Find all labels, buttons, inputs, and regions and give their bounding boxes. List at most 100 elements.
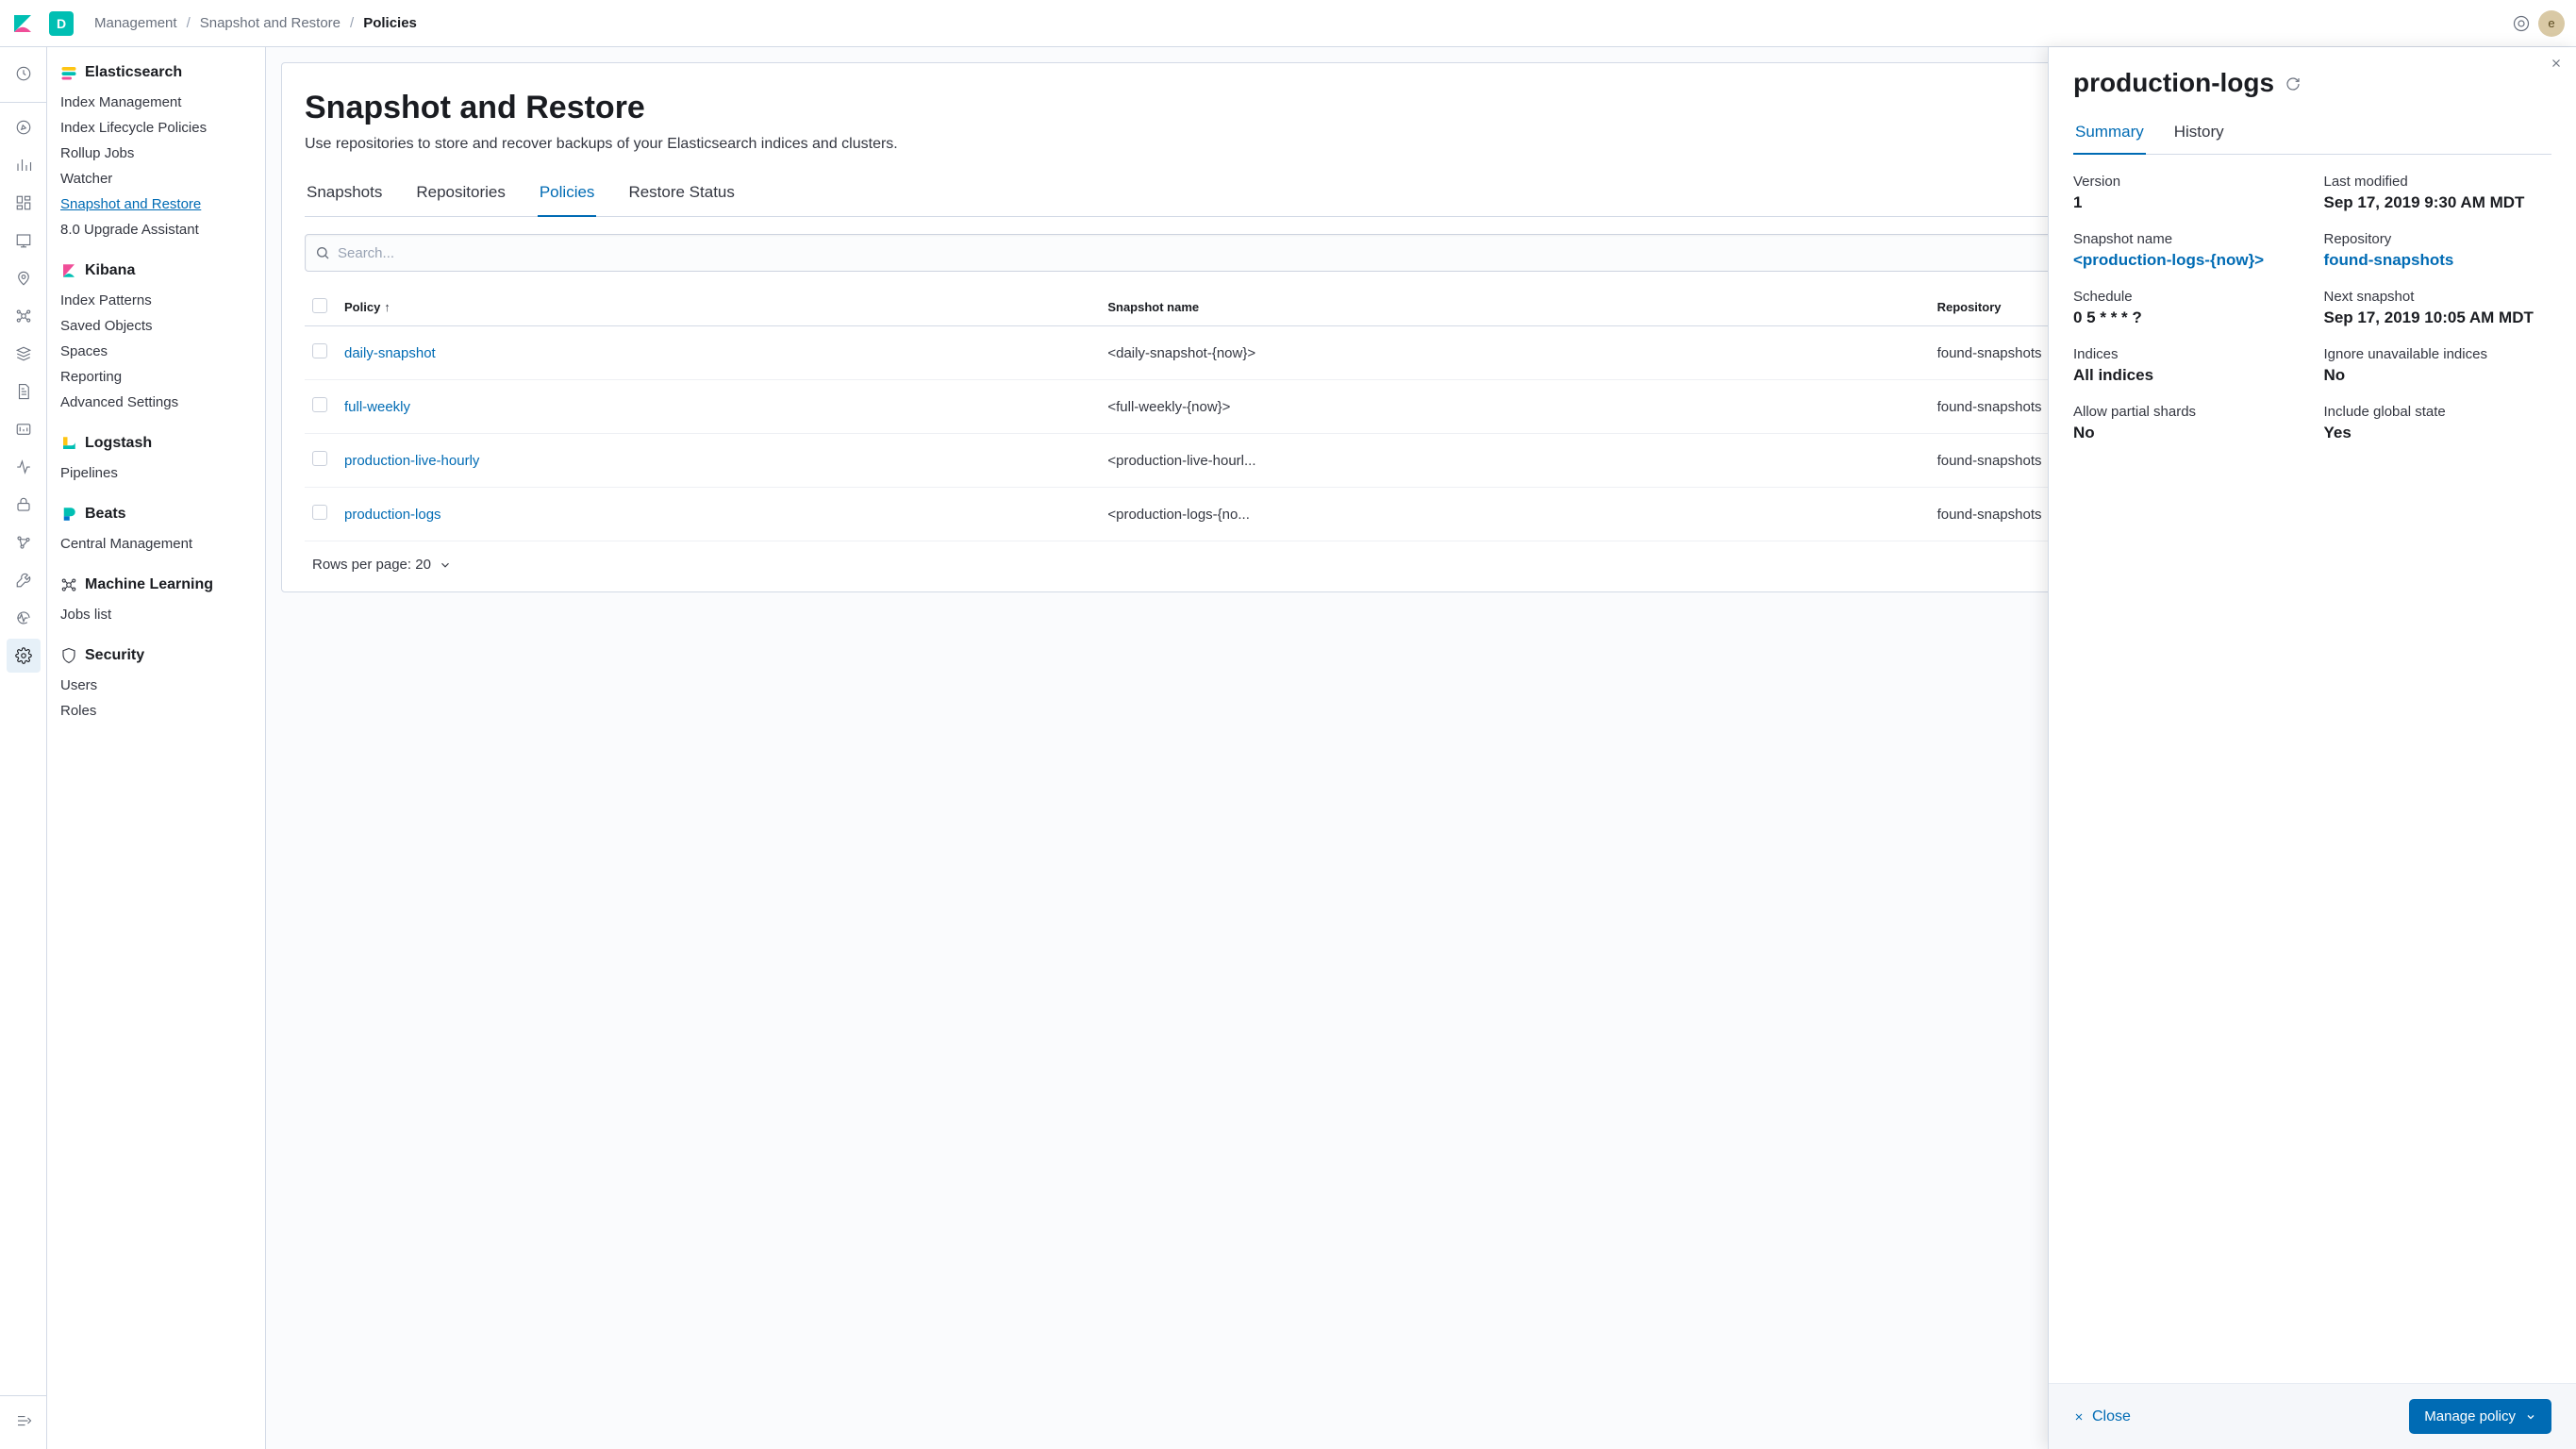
nav-icon-rail (0, 47, 47, 1449)
snapshot-name-cell: <full-weekly-{now}> (1107, 399, 1230, 415)
canvas-icon[interactable] (7, 224, 41, 258)
snapshot-name-cell: <daily-snapshot-{now}> (1107, 345, 1255, 361)
section-title: Machine Learning (85, 576, 213, 593)
discover-icon[interactable] (7, 110, 41, 144)
user-avatar[interactable]: e (2538, 10, 2565, 37)
section-title: Kibana (85, 262, 135, 279)
policy-link[interactable]: production-live-hourly (344, 453, 479, 469)
policy-detail-flyout: production-logs Summary History Version … (2048, 47, 2576, 1449)
breadcrumb-separator: / (187, 15, 191, 31)
ml-icon[interactable] (7, 299, 41, 333)
tab-repositories[interactable]: Repositories (414, 174, 507, 217)
breadcrumb-snapshot-restore[interactable]: Snapshot and Restore (200, 15, 341, 31)
sidebar-item-watcher[interactable]: Watcher (60, 167, 252, 191)
machine-learning-icon (60, 576, 77, 593)
tab-restore-status[interactable]: Restore Status (626, 174, 736, 217)
manage-policy-button[interactable]: Manage policy (2409, 1399, 2551, 1434)
apm-icon[interactable] (7, 412, 41, 446)
close-icon (2073, 1411, 2085, 1423)
newsfeed-icon[interactable] (2504, 7, 2538, 41)
detail-indices: Indices All indices (2073, 346, 2302, 385)
sort-asc-icon: ↑ (384, 300, 391, 314)
detail-next-snapshot: Next snapshot Sep 17, 2019 10:05 AM MDT (2324, 289, 2552, 327)
policy-link[interactable]: daily-snapshot (344, 345, 436, 361)
sidebar-section-kibana: Kibana Index Patterns Saved Objects Spac… (60, 262, 252, 414)
dashboard-icon[interactable] (7, 186, 41, 220)
logs-icon[interactable] (7, 375, 41, 408)
sidebar-item-jobs-list[interactable]: Jobs list (60, 603, 252, 626)
section-title: Logstash (85, 435, 152, 452)
security-icon (60, 647, 77, 664)
breadcrumb-management[interactable]: Management (94, 15, 177, 31)
sidebar-item-rollup[interactable]: Rollup Jobs (60, 142, 252, 165)
monitoring-icon[interactable] (7, 601, 41, 635)
detail-include-global-state: Include global state Yes (2324, 404, 2552, 442)
sidebar-item-advanced-settings[interactable]: Advanced Settings (60, 391, 252, 414)
infra-icon[interactable] (7, 337, 41, 371)
chevron-down-icon (2525, 1411, 2536, 1423)
graph-icon[interactable] (7, 525, 41, 559)
tab-snapshots[interactable]: Snapshots (305, 174, 384, 217)
sidebar-section-ml: Machine Learning Jobs list (60, 576, 252, 626)
siem-icon[interactable] (7, 488, 41, 522)
sidebar-item-spaces[interactable]: Spaces (60, 340, 252, 363)
sidebar-item-index-management[interactable]: Index Management (60, 91, 252, 114)
recent-icon[interactable] (7, 57, 41, 91)
detail-version: Version 1 (2073, 174, 2302, 212)
tab-policies[interactable]: Policies (538, 174, 597, 217)
column-snapshot-name[interactable]: Snapshot name (1100, 289, 1929, 326)
breadcrumb: Management / Snapshot and Restore / Poli… (94, 15, 417, 31)
sidebar-section-logstash: Logstash Pipelines (60, 435, 252, 485)
column-policy[interactable]: Policy↑ (337, 289, 1100, 326)
management-icon[interactable] (7, 639, 41, 673)
sidebar-item-pipelines[interactable]: Pipelines (60, 461, 252, 485)
sidebar-item-snapshot-restore[interactable]: Snapshot and Restore (60, 192, 252, 216)
sidebar-item-saved-objects[interactable]: Saved Objects (60, 314, 252, 338)
kibana-logo-icon[interactable] (11, 12, 34, 35)
breadcrumb-current: Policies (363, 15, 417, 31)
dev-tools-icon[interactable] (7, 563, 41, 597)
close-button[interactable]: Close (2073, 1408, 2131, 1425)
sidebar-item-upgrade-assistant[interactable]: 8.0 Upgrade Assistant (60, 218, 252, 242)
policy-link[interactable]: production-logs (344, 507, 441, 523)
sidebar-item-roles[interactable]: Roles (60, 699, 252, 723)
rows-per-page-selector[interactable]: Rows per page: 20 (312, 557, 452, 573)
detail-allow-partial: Allow partial shards No (2073, 404, 2302, 442)
row-checkbox[interactable] (312, 505, 327, 520)
sidebar-item-ilm[interactable]: Index Lifecycle Policies (60, 116, 252, 140)
policy-link[interactable]: full-weekly (344, 399, 410, 415)
refresh-icon[interactable] (2285, 68, 2301, 98)
visualize-icon[interactable] (7, 148, 41, 182)
flyout-tabs: Summary History (2073, 115, 2551, 155)
detail-ignore-unavailable: Ignore unavailable indices No (2324, 346, 2552, 385)
flyout-tab-summary[interactable]: Summary (2073, 115, 2146, 155)
section-title: Beats (85, 506, 126, 523)
detail-schedule: Schedule 0 5 * * * ? (2073, 289, 2302, 327)
search-icon (315, 245, 330, 260)
row-checkbox[interactable] (312, 451, 327, 466)
detail-last-modified: Last modified Sep 17, 2019 9:30 AM MDT (2324, 174, 2552, 212)
kibana-icon (60, 262, 77, 279)
sidebar-item-reporting[interactable]: Reporting (60, 365, 252, 389)
beats-icon (60, 506, 77, 523)
logstash-icon (60, 435, 77, 452)
select-all-checkbox[interactable] (312, 298, 327, 313)
detail-repository: Repository found-snapshots (2324, 231, 2552, 270)
sidebar-item-users[interactable]: Users (60, 674, 252, 697)
flyout-close-icon[interactable] (2550, 57, 2563, 73)
flyout-tab-history[interactable]: History (2172, 115, 2226, 155)
space-selector[interactable]: D (49, 11, 74, 36)
elasticsearch-icon (60, 64, 77, 81)
collapse-nav-icon[interactable] (7, 1404, 41, 1438)
sidebar-item-central-management[interactable]: Central Management (60, 532, 252, 556)
flyout-title: production-logs (2073, 68, 2274, 98)
snapshot-name-cell: <production-logs-{no... (1107, 507, 1250, 523)
maps-icon[interactable] (7, 261, 41, 295)
uptime-icon[interactable] (7, 450, 41, 484)
sidebar-item-index-patterns[interactable]: Index Patterns (60, 289, 252, 312)
sidebar-section-elasticsearch: Elasticsearch Index Management Index Lif… (60, 64, 252, 242)
sidebar-section-beats: Beats Central Management (60, 506, 252, 556)
row-checkbox[interactable] (312, 397, 327, 412)
management-sidebar: Elasticsearch Index Management Index Lif… (47, 47, 266, 1449)
row-checkbox[interactable] (312, 343, 327, 358)
